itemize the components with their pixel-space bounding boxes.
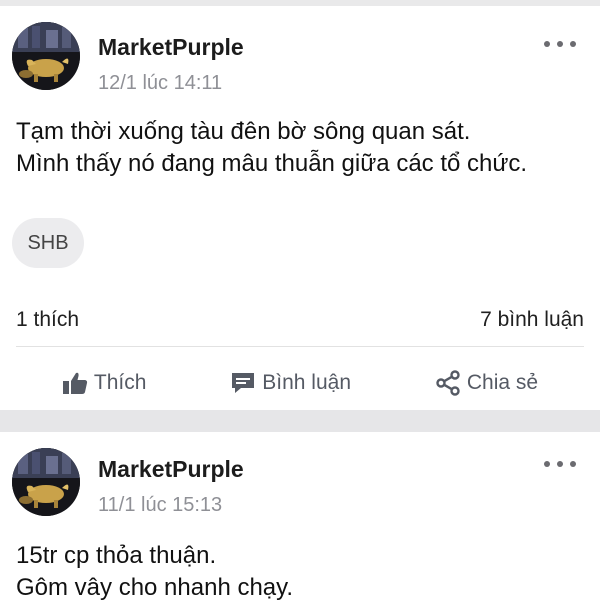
post-body: 15tr cp thỏa thuận. Gôm vây cho nhanh ch… (16, 540, 584, 600)
action-bar: Thích Bình luận Chia sẻ (0, 358, 600, 408)
post-timestamp[interactable]: 12/1 lúc 14:11 (98, 72, 222, 95)
post-card: MarketPurple 12/1 lúc 14:11 Tạm thời xuố… (0, 6, 600, 410)
post-card: MarketPurple 11/1 lúc 15:13 15tr cp thỏa… (0, 432, 600, 600)
comment-button[interactable]: Bình luận (230, 371, 351, 395)
divider (16, 346, 584, 347)
author-name[interactable]: MarketPurple (98, 34, 244, 61)
like-button[interactable]: Thích (62, 371, 147, 395)
post-text-line: 15tr cp thỏa thuận. (16, 542, 217, 569)
more-horizontal-icon (544, 461, 550, 467)
avatar[interactable] (12, 22, 80, 90)
post-timestamp[interactable]: 11/1 lúc 15:13 (98, 494, 222, 517)
share-icon (436, 370, 460, 396)
post-text-line: Tạm thời xuống tàu đên bờ sông quan sát. (16, 118, 471, 145)
post-text-line: Gôm vây cho nhanh chạy. (16, 574, 294, 600)
thumbs-up-icon (62, 372, 87, 394)
reaction-stats: 1 thích 7 bình luận (16, 308, 584, 332)
post-header: MarketPurple 12/1 lúc 14:11 (0, 6, 600, 94)
post-header: MarketPurple 11/1 lúc 15:13 (0, 432, 600, 516)
stock-tag-chip[interactable]: SHB (12, 218, 84, 268)
comment-count[interactable]: 7 bình luận (480, 308, 584, 332)
like-count[interactable]: 1 thích (16, 308, 79, 332)
bull-avatar-image (12, 448, 80, 516)
author-name[interactable]: MarketPurple (98, 456, 244, 483)
avatar[interactable] (12, 448, 80, 516)
like-label: Thích (93, 371, 147, 394)
more-options-button[interactable] (544, 34, 576, 54)
share-button[interactable]: Chia sẻ (435, 370, 538, 396)
more-horizontal-icon (544, 41, 550, 47)
post-text-line: Mình thấy nó đang mâu thuẫn giữa các tổ … (16, 150, 528, 177)
post-body: Tạm thời xuống tàu đên bờ sông quan sát.… (16, 116, 584, 180)
comment-bubble-icon (232, 373, 255, 393)
bull-avatar-image (12, 22, 80, 90)
post-feed: MarketPurple 12/1 lúc 14:11 Tạm thời xuố… (0, 0, 600, 600)
share-label: Chia sẻ (466, 371, 539, 394)
more-options-button[interactable] (544, 454, 576, 474)
comment-label: Bình luận (262, 371, 352, 394)
post-separator (0, 410, 600, 432)
